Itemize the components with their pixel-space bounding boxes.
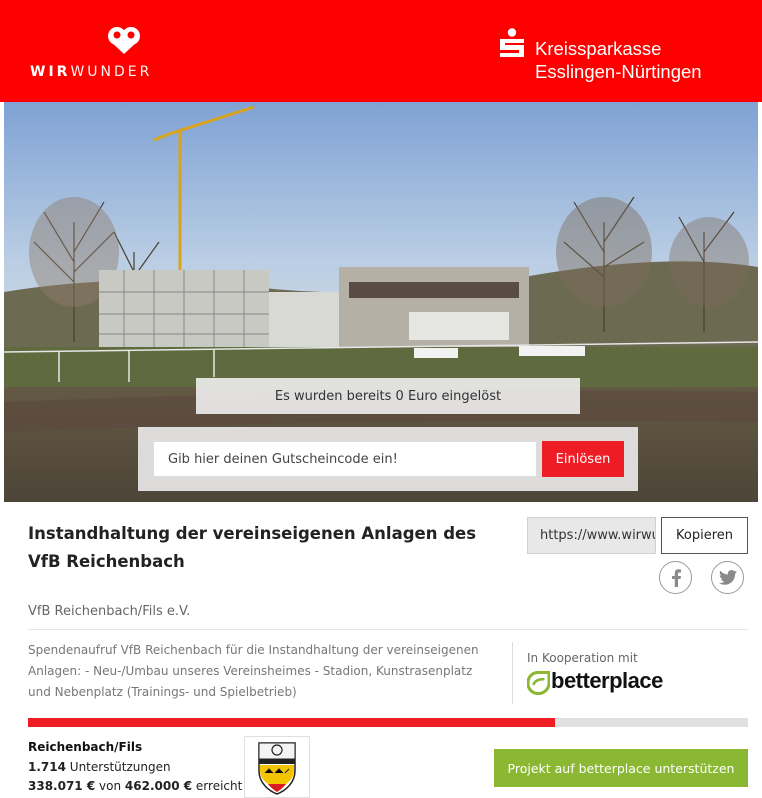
kreissparkasse-logo[interactable]: Kreissparkasse Esslingen-Nürtingen: [498, 28, 738, 88]
project-title: Instandhaltung der vereinseigenen Anlage…: [28, 524, 477, 571]
twitter-share-button[interactable]: [711, 561, 744, 594]
divider: [28, 629, 748, 630]
supporters-count: 1.714 Unterstützungen: [28, 760, 171, 774]
copy-button[interactable]: Kopieren: [661, 517, 748, 554]
club-crest: [244, 736, 310, 798]
support-on-betterplace-button[interactable]: Projekt auf betterplace unterstützen: [494, 749, 748, 787]
bank-name: Kreissparkasse Esslingen-Nürtingen: [535, 37, 702, 83]
wirwunder-wir: WIR: [30, 64, 71, 80]
raised-von: von: [99, 779, 122, 793]
supporters-label: Unterstützungen: [69, 760, 171, 774]
project-description: Spendenaufruf VfB Reichenbach für die In…: [28, 643, 479, 699]
cooperation-label: In Kooperation mit: [527, 651, 638, 665]
betterplace-icon: [527, 671, 550, 695]
betterplace-logo[interactable]: betterplace: [527, 668, 687, 700]
facebook-share-button[interactable]: [659, 561, 692, 594]
raised-value: 338.071 €: [28, 779, 96, 793]
twitter-icon: [718, 570, 737, 585]
sparkasse-s-icon: [500, 28, 524, 57]
voucher-code-input[interactable]: [153, 441, 537, 477]
reached-label: erreicht: [195, 779, 243, 793]
organization-name[interactable]: VfB Reichenbach/Fils e.V.: [28, 604, 190, 619]
raised-amount: 338.071 € von 462.000 € erreicht: [28, 779, 242, 793]
funding-progress-bar: [28, 718, 748, 727]
voucher-form: Einlösen: [138, 427, 638, 491]
project-location: Reichenbach/Fils: [28, 740, 143, 754]
wirwunder-wordmark: WIRWUNDER: [30, 64, 152, 80]
wirwunder-heart-icon: [108, 27, 140, 54]
redeemed-info: Es wurden bereits 0 Euro eingelöst: [196, 378, 580, 414]
wirwunder-logo[interactable]: WIRWUNDER: [22, 24, 162, 84]
goal-value: 462.000 €: [124, 779, 193, 793]
vertical-divider: [512, 642, 513, 704]
funding-progress-fill: [28, 718, 556, 727]
wirwunder-wunder: WUNDER: [70, 64, 153, 80]
betterplace-wordmark: betterplace: [551, 668, 663, 693]
bank-name-line2: Esslingen-Nürtingen: [535, 61, 702, 82]
supporters-number: 1.714: [28, 760, 66, 774]
facebook-icon: [671, 568, 681, 587]
redeem-button[interactable]: Einlösen: [542, 441, 624, 477]
header-bar: WIRWUNDER Kreissparkasse Esslingen-Nürti…: [0, 0, 762, 102]
share-url-field[interactable]: https://www.wirwunder.de: [527, 517, 656, 554]
bank-name-line1: Kreissparkasse: [535, 38, 662, 59]
club-crest-icon: [258, 742, 296, 795]
